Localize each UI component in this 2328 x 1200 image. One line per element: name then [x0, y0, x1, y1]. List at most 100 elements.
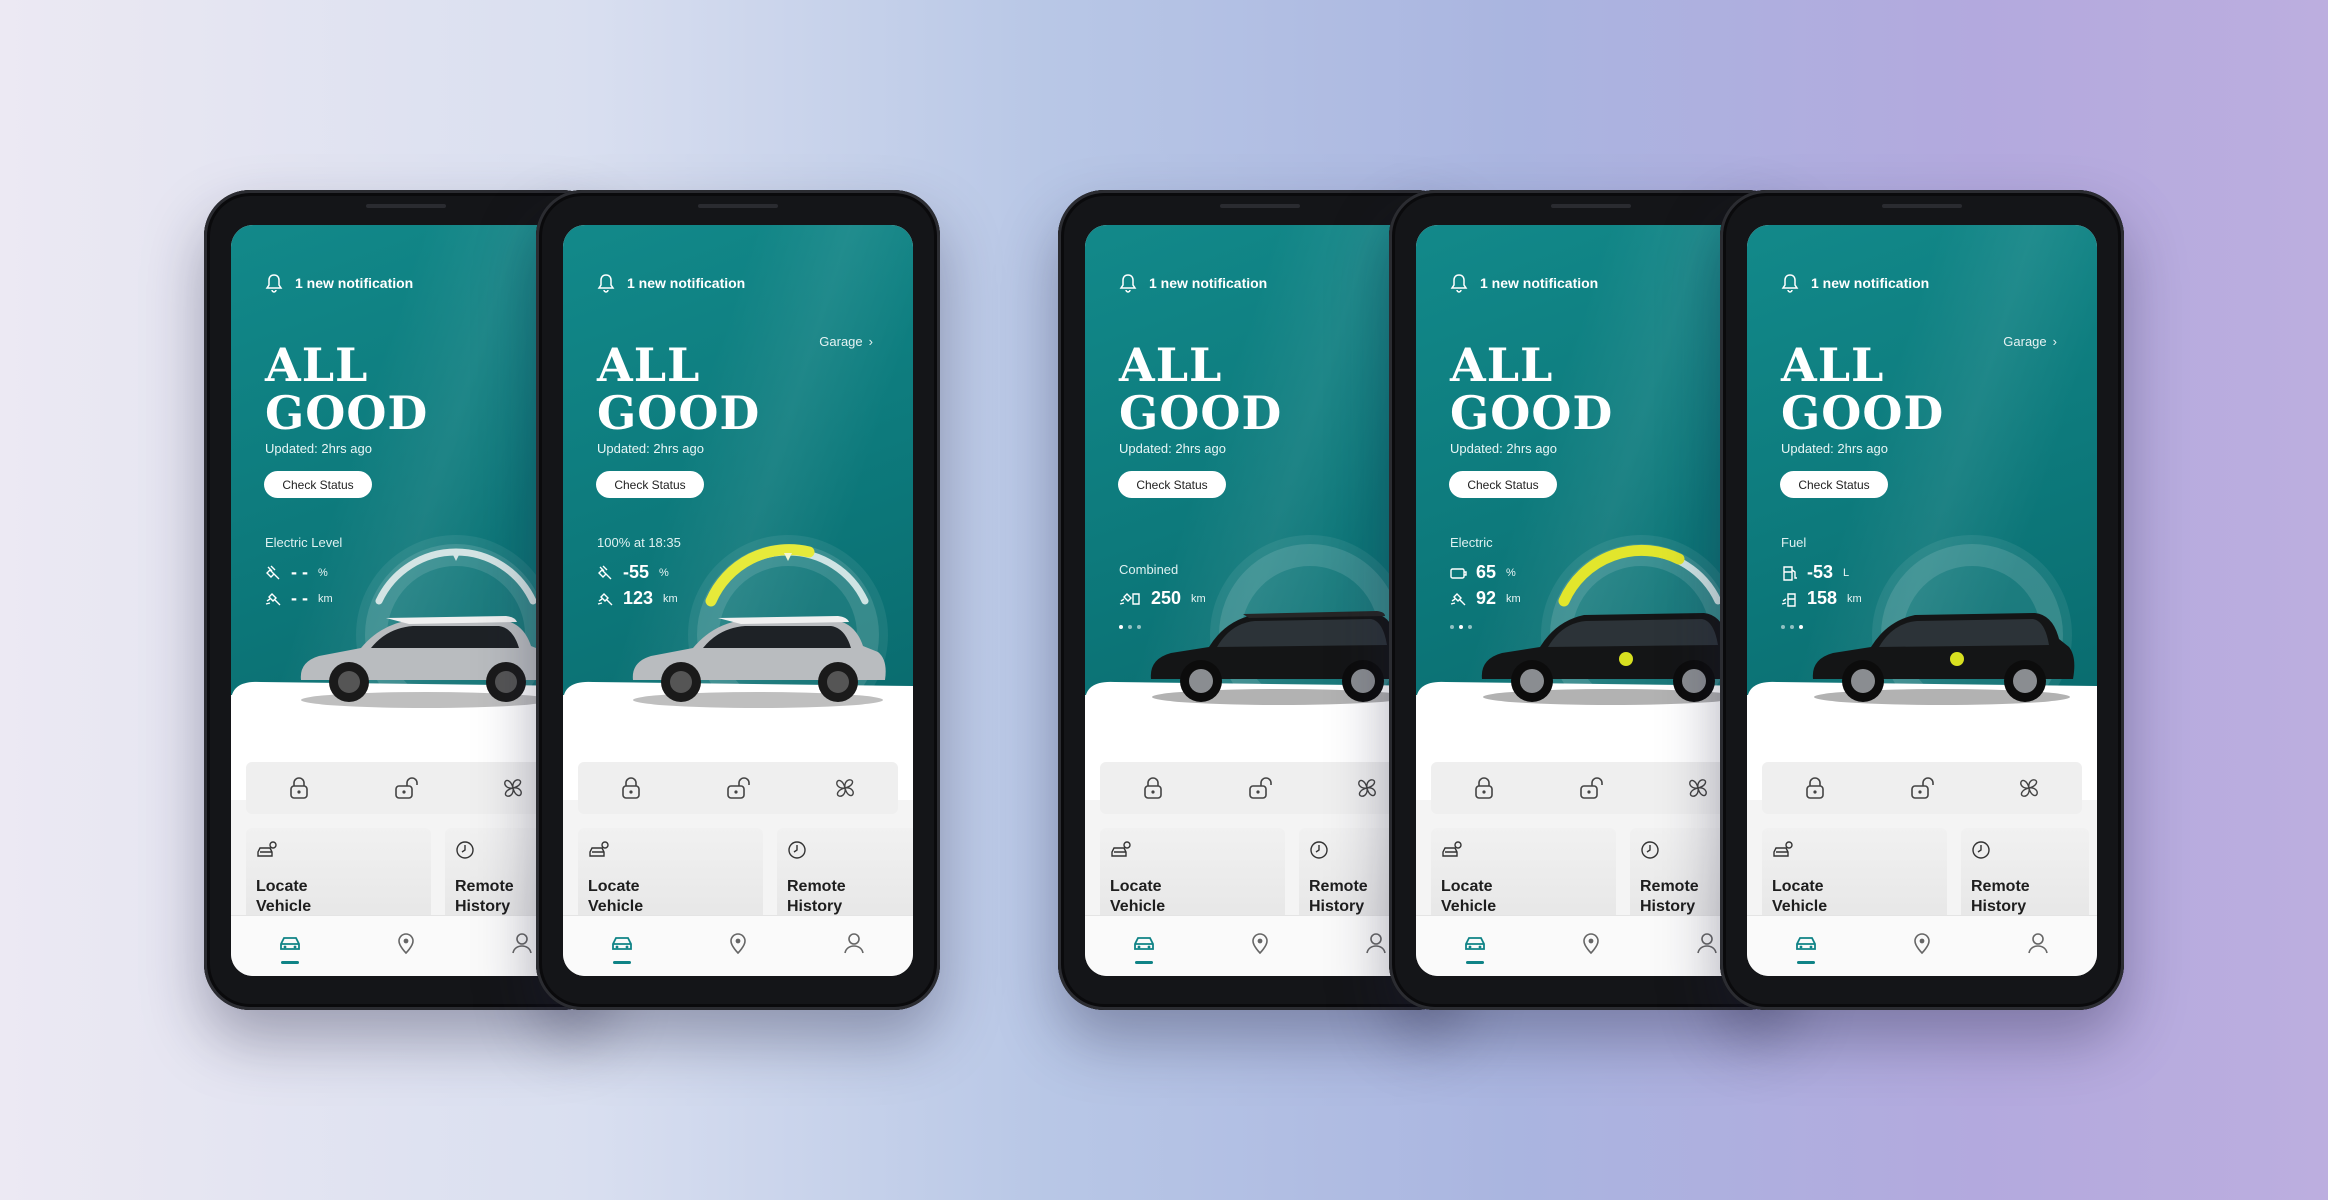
car-icon[interactable] [1793, 930, 1819, 956]
bell-icon [1119, 274, 1137, 293]
check-status-button[interactable]: Check Status [1118, 471, 1226, 498]
profile-icon[interactable] [1694, 930, 1720, 956]
carousel-dot[interactable] [1468, 625, 1472, 629]
locate-car-icon [257, 841, 277, 857]
locate-vehicle-label: Locate Vehicle [588, 878, 644, 915]
check-status-button[interactable]: Check Status [1780, 471, 1888, 498]
screen: 1 new notification Garage ALLGOOD Update… [231, 225, 581, 976]
unlock-icon[interactable] [393, 775, 419, 801]
fan-icon[interactable] [1685, 775, 1711, 801]
battery-number: 55 [629, 562, 650, 582]
car-icon[interactable] [609, 930, 635, 956]
notification-banner[interactable]: 1 new notification [1119, 273, 1267, 293]
status-title: ALL GOOD [1450, 341, 1613, 437]
carousel-dots [1781, 625, 1803, 629]
lock-icon[interactable] [1802, 775, 1828, 801]
bottom-nav [563, 915, 913, 976]
remote-history-label: Remote History [1971, 878, 2030, 915]
range-icon [265, 592, 281, 605]
history-icon [788, 841, 806, 859]
carousel-dot[interactable] [1119, 625, 1123, 629]
stage: 1 new notification Garage ALLGOOD Update… [0, 0, 2328, 1200]
lock-icon[interactable] [1471, 775, 1497, 801]
lock-icon[interactable] [618, 775, 644, 801]
fan-icon[interactable] [500, 775, 526, 801]
remote-actions [1762, 762, 2082, 814]
carousel-dots [1119, 625, 1141, 629]
carousel-dot[interactable] [1450, 625, 1454, 629]
active-tab-indicator [1466, 961, 1484, 964]
title-line-1: ALL [1781, 338, 1885, 392]
screen: 1 new notification Garage ALLGOOD Update… [1085, 225, 1435, 976]
carousel-dot[interactable] [1459, 625, 1463, 629]
map-pin-icon[interactable] [1247, 930, 1273, 956]
map-pin-icon[interactable] [725, 930, 751, 956]
locate-vehicle-tile[interactable]: Locate Vehicle [1762, 828, 1947, 928]
profile-icon[interactable] [1363, 930, 1389, 956]
car-icon[interactable] [1131, 930, 1157, 956]
unlock-icon[interactable] [1909, 775, 1935, 801]
active-tab-indicator [613, 961, 631, 964]
remote-history-tile[interactable]: Remote History [777, 828, 913, 928]
active-tab-indicator [1797, 961, 1815, 964]
carousel-dot[interactable] [1137, 625, 1141, 629]
carousel-dot[interactable] [1781, 625, 1785, 629]
chevron-right-icon: › [2052, 334, 2057, 349]
notification-text: 1 new notification [1480, 275, 1599, 291]
locate-vehicle-tile[interactable]: Locate Vehicle [1100, 828, 1285, 928]
notification-banner[interactable]: 1 new notification [1450, 273, 1598, 293]
locate-vehicle-tile[interactable]: Locate Vehicle [578, 828, 763, 928]
carousel-dot[interactable] [1128, 625, 1132, 629]
range-icon [1450, 592, 1466, 605]
profile-icon[interactable] [2025, 930, 2051, 956]
remote-actions [1100, 762, 1420, 814]
check-status-button[interactable]: Check Status [1449, 471, 1557, 498]
fan-icon[interactable] [2016, 775, 2042, 801]
garage-link[interactable]: Garage › [2003, 334, 2057, 349]
map-pin-icon[interactable] [1578, 930, 1604, 956]
garage-link[interactable]: Garage › [819, 334, 873, 349]
locate-car-icon [1442, 841, 1462, 857]
check-status-button[interactable]: Check Status [596, 471, 704, 498]
locate-vehicle-label: Locate Vehicle [1772, 878, 1828, 915]
locate-vehicle-tile[interactable]: Locate Vehicle [1431, 828, 1616, 928]
history-icon [1641, 841, 1659, 859]
fan-icon[interactable] [1354, 775, 1380, 801]
car-icon[interactable] [1462, 930, 1488, 956]
locate-car-icon [1111, 841, 1131, 857]
notification-banner[interactable]: 1 new notification [597, 273, 745, 293]
unlock-icon[interactable] [1247, 775, 1273, 801]
carousel-dot[interactable] [1799, 625, 1803, 629]
title-line-2: GOOD [1119, 386, 1283, 440]
notification-banner[interactable]: 1 new notification [265, 273, 413, 293]
unlock-icon[interactable] [725, 775, 751, 801]
battery-stat: - -% [265, 562, 328, 583]
fuel-range-icon [1781, 592, 1796, 607]
fan-icon[interactable] [832, 775, 858, 801]
phone-5: 1 new notification Garage › ALL GOOD Updat… [1720, 190, 2124, 1010]
check-status-button[interactable]: Check Status [264, 471, 372, 498]
screen: 1 new notification Garage › ALL GOOD Updat… [563, 225, 913, 976]
locate-vehicle-tile[interactable]: Locate Vehicle [246, 828, 431, 928]
level-label: Combined [1119, 562, 1179, 577]
fuel-stat: -53 L [1781, 562, 1849, 583]
level-label: Fuel [1781, 535, 1807, 550]
lock-icon[interactable] [1140, 775, 1166, 801]
speaker [1551, 204, 1631, 208]
speaker [1220, 204, 1300, 208]
battery-unit: % [1506, 566, 1516, 579]
map-pin-icon[interactable] [1909, 930, 1935, 956]
profile-icon[interactable] [509, 930, 535, 956]
bottom-nav [1085, 915, 1435, 976]
remote-history-tile[interactable]: Remote History [1961, 828, 2089, 928]
battery-value: - - [291, 562, 308, 582]
lock-icon[interactable] [286, 775, 312, 801]
unlock-icon[interactable] [1578, 775, 1604, 801]
car-image [632, 616, 886, 708]
car-icon[interactable] [277, 930, 303, 956]
profile-icon[interactable] [841, 930, 867, 956]
notification-banner[interactable]: 1 new notification [1781, 273, 1929, 293]
battery-stat: -55% [597, 562, 669, 583]
map-pin-icon[interactable] [393, 930, 419, 956]
carousel-dot[interactable] [1790, 625, 1794, 629]
